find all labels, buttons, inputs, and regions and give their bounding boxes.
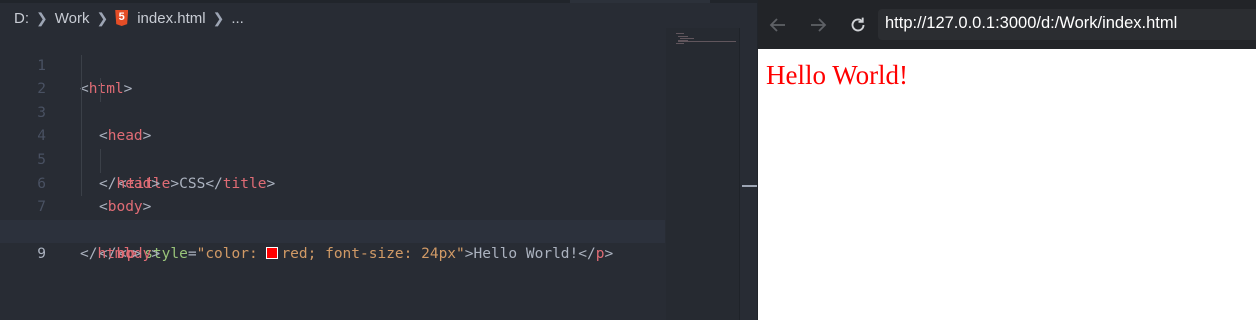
- code-content: Hello World!: [473, 246, 579, 263]
- indent-guide: [81, 54, 82, 79]
- breadcrumb: D: ❯ Work ❯ 5 index.html ❯ ...: [14, 8, 244, 28]
- reload-icon: [851, 17, 865, 32]
- code-tag: html: [97, 246, 133, 263]
- breadcrumb-folder[interactable]: Work: [55, 10, 90, 27]
- minimap-line: [678, 41, 736, 42]
- browser-toolbar: http://127.0.0.1:3000/d:/Work/index.html: [758, 0, 1256, 49]
- color-swatch-icon[interactable]: [266, 247, 279, 260]
- breadcrumb-more[interactable]: ...: [231, 10, 244, 27]
- address-bar[interactable]: http://127.0.0.1:3000/d:/Work/index.html: [878, 9, 1256, 40]
- hello-world-paragraph: Hello World!: [766, 60, 909, 90]
- code-text: <p style="color: red; font-size: 24px">H…: [118, 243, 613, 267]
- code-line[interactable]: 5 <body>: [0, 125, 665, 215]
- indent-guide: [81, 101, 82, 126]
- browser-page-content: Hello World!: [758, 49, 1256, 320]
- code-area[interactable]: 1 <html> 2 <head> 3 <title>CSS</title> 4…: [0, 31, 665, 263]
- chevron-right-icon: ❯: [96, 9, 109, 26]
- code-text: </html>: [80, 243, 141, 267]
- code-line[interactable]: 7 </body>: [0, 172, 665, 262]
- minimap[interactable]: [666, 28, 739, 320]
- chevron-right-icon: ❯: [36, 9, 48, 26]
- forward-button[interactable]: [803, 10, 833, 40]
- html5-file-icon: 5: [115, 10, 129, 26]
- indent-guide: [100, 78, 101, 102]
- back-button[interactable]: [763, 10, 793, 40]
- code-punct: </: [80, 246, 98, 263]
- arrow-right-icon: [811, 18, 827, 32]
- code-punct: >: [604, 246, 614, 263]
- code-line[interactable]: 1 <html>: [0, 31, 665, 98]
- indent-guide: [81, 148, 82, 173]
- line-number: 9: [37, 246, 46, 263]
- code-line[interactable]: 8 </html>: [0, 196, 665, 263]
- minimap-line: [678, 36, 688, 37]
- code-string: red; font-size: 24px": [281, 246, 465, 263]
- code-punct: >: [132, 246, 142, 263]
- indent-guide: [81, 125, 82, 149]
- code-punct: >: [464, 246, 474, 263]
- address-bar-url[interactable]: http://127.0.0.1:3000/d:/Work/index.html: [885, 14, 1177, 33]
- code-punct: </: [578, 246, 596, 263]
- editor-tab-strip: [0, 0, 757, 3]
- code-line-active[interactable]: 9: [0, 219, 665, 262]
- reload-button[interactable]: [843, 10, 873, 40]
- scrollbar-thumb[interactable]: [742, 185, 757, 187]
- code-punct: =: [187, 246, 197, 263]
- indent-guide: [81, 172, 82, 197]
- code-punct: >: [151, 246, 161, 263]
- indent-guide: [100, 148, 101, 173]
- minimap-line: [680, 38, 694, 39]
- active-tab-marker: [570, 0, 710, 3]
- code-line[interactable]: 4 </head>: [0, 101, 665, 192]
- code-line[interactable]: 6 <p style="color: red; font-size: 24px"…: [0, 148, 665, 262]
- chevron-right-icon: ❯: [212, 9, 225, 26]
- browser-preview: http://127.0.0.1:3000/d:/Work/index.html…: [758, 0, 1256, 320]
- breadcrumb-file[interactable]: index.html: [137, 10, 205, 27]
- indent-guide: [81, 78, 82, 102]
- code-line[interactable]: 3 <title>CSS</title>: [0, 78, 665, 192]
- arrow-left-icon: [769, 18, 785, 32]
- code-line[interactable]: 2 <head>: [0, 54, 665, 144]
- minimap-line: [676, 43, 684, 44]
- code-editor[interactable]: D: ❯ Work ❯ 5 index.html ❯ ... 1 <html> …: [0, 0, 757, 320]
- code-string: "color:: [196, 246, 267, 263]
- breadcrumb-drive[interactable]: D:: [14, 10, 29, 27]
- minimap-line: [676, 33, 684, 34]
- vertical-scrollbar[interactable]: [739, 28, 757, 320]
